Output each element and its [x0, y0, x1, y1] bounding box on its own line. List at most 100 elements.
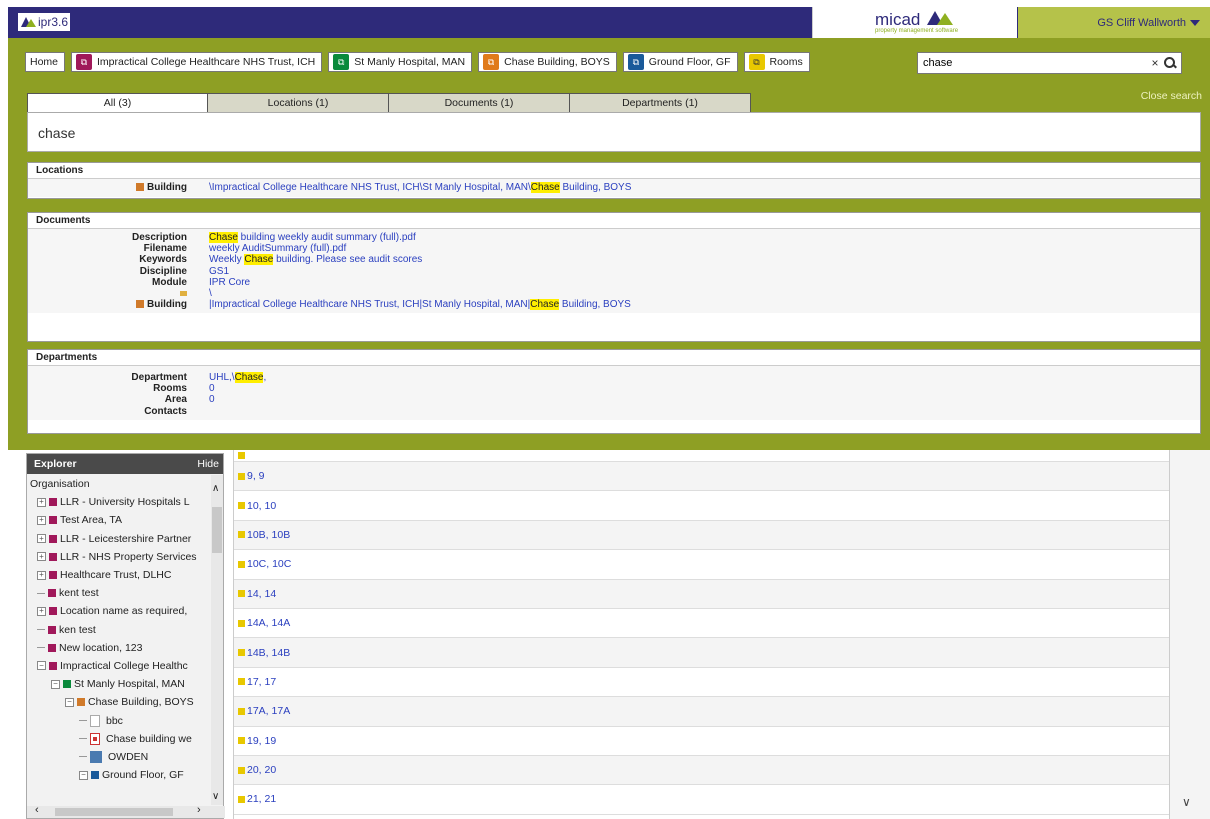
expand-icon[interactable]: + [37, 515, 46, 525]
scroll-left-icon[interactable]: ‹ [35, 804, 39, 816]
tree-item[interactable]: − St Manly Hospital, MAN [27, 675, 213, 693]
micad-mountain-icon [927, 11, 957, 25]
doc-building-row: Building |Impractical College Healthcare… [28, 299, 1200, 311]
list-item[interactable]: 10C, 10C [234, 550, 1169, 580]
tree-item[interactable]: kent test [27, 584, 213, 602]
doc-module-link[interactable]: IPR Core [209, 277, 250, 288]
doc-filename-row: Filename weekly AuditSummary (full).pdf [143, 243, 347, 255]
scroll-thumb[interactable] [212, 507, 222, 553]
list-item[interactable]: 10B, 10B [234, 520, 1169, 551]
location-square-icon [49, 661, 57, 670]
location-level-icon: ⧉ [627, 54, 644, 70]
dept-contacts-row: Contacts [144, 405, 187, 417]
tab-departments[interactable]: Departments (1) [569, 93, 751, 112]
departments-section: Departments Department UHL,\Chase, Rooms… [27, 349, 1201, 434]
doc-folder-link[interactable]: \ [209, 288, 212, 299]
tree-item[interactable]: − Ground Floor, GF [27, 766, 213, 784]
explorer-hide-link[interactable]: Hide [197, 458, 219, 470]
explorer-title: Explorer [34, 458, 77, 470]
explorer-vertical-scrollbar[interactable]: ∧ ∨ [211, 475, 223, 805]
location-level-icon: ⧉ [76, 54, 93, 70]
expand-icon[interactable]: + [37, 552, 46, 562]
location-square-icon [48, 589, 56, 598]
collapse-icon[interactable]: − [65, 697, 74, 707]
dept-rooms-row: Rooms 0 [153, 383, 215, 395]
tab-all[interactable]: All (3) [27, 93, 208, 112]
scroll-down-icon[interactable]: ∨ [212, 791, 219, 802]
collapse-icon[interactable]: − [79, 770, 88, 780]
scroll-up-icon[interactable]: ∧ [212, 483, 219, 494]
tree-item[interactable]: − Chase Building, BOYS [27, 693, 213, 711]
ipr-logo[interactable]: ipr3.6 [18, 13, 70, 31]
explorer-horizontal-scrollbar[interactable]: ‹ › [27, 804, 225, 818]
doc-description-link[interactable]: Chase building weekly audit summary (ful… [209, 232, 416, 243]
list-item[interactable]: 20, 20 [234, 755, 1169, 786]
list-item[interactable]: 14, 14 [234, 579, 1169, 609]
location-square-icon [49, 534, 57, 543]
breadcrumb-item[interactable]: Home [25, 52, 66, 72]
tab-locations[interactable]: Locations (1) [207, 93, 389, 112]
tree-item[interactable]: ken test [27, 621, 213, 639]
location-square-icon [77, 698, 85, 707]
list-item[interactable]: 17A, 17A [234, 697, 1169, 727]
chevron-down-icon[interactable]: ∨ [1182, 795, 1191, 809]
expand-icon[interactable]: + [37, 606, 46, 616]
tree-item[interactable]: + Healthcare Trust, DLHC [27, 566, 213, 584]
dept-rooms-link[interactable]: 0 [209, 383, 215, 394]
location-level-icon: ⧉ [483, 54, 500, 70]
expand-icon[interactable]: + [37, 570, 46, 580]
breadcrumb-item[interactable]: ⧉ St Manly Hospital, MAN [328, 52, 473, 72]
list-item[interactable]: 19, 19 [234, 727, 1169, 756]
search-icon[interactable] [1162, 55, 1178, 71]
search-input[interactable] [923, 57, 1148, 69]
doc-keywords-link[interactable]: Weekly Chase building. Please see audit … [209, 254, 422, 266]
location-building-link[interactable]: \Impractical College Healthcare NHS Trus… [209, 182, 631, 193]
documents-section: Documents Description Chase building wee… [27, 212, 1201, 342]
explorer-tree: Organisation + LLR - University Hospitals… [27, 475, 213, 805]
user-menu[interactable]: GS Cliff Wallworth [1018, 7, 1210, 38]
breadcrumb-item[interactable]: ⧉ Rooms [743, 52, 810, 72]
doc-filename-link[interactable]: weekly AuditSummary (full).pdf [209, 243, 346, 254]
room-icon [238, 502, 245, 510]
collapse-icon[interactable]: − [37, 661, 46, 671]
dept-area-link[interactable]: 0 [209, 394, 215, 405]
tab-documents[interactable]: Documents (1) [388, 93, 570, 112]
locations-title: Locations [28, 163, 1200, 179]
list-item[interactable]: 14A, 14A [234, 609, 1169, 639]
list-item[interactable]: 14B, 14B [234, 638, 1169, 668]
expand-icon[interactable]: + [37, 497, 46, 507]
list-item[interactable]: 21, 21 [234, 785, 1169, 815]
list-item[interactable]: 10, 10 [234, 491, 1169, 521]
documents-title: Documents [28, 213, 1200, 229]
tree-item[interactable]: New location, 123 [27, 639, 213, 657]
tree-item[interactable]: + Location name as required, [27, 602, 213, 620]
doc-building-link[interactable]: |Impractical College Healthcare NHS Trus… [209, 299, 631, 311]
breadcrumb-item[interactable]: ⧉ Chase Building, BOYS [478, 52, 617, 72]
doc-discipline-link[interactable]: GS1 [209, 266, 229, 277]
list-item[interactable]: 9, 9 [234, 462, 1169, 492]
room-icon [238, 649, 245, 657]
tree-item[interactable]: + Test Area, TA [27, 511, 213, 529]
scroll-thumb-horizontal[interactable] [55, 808, 173, 816]
clear-search-icon[interactable]: × [1148, 56, 1162, 70]
expand-icon[interactable]: + [37, 534, 46, 544]
tree-item[interactable]: + LLR - University Hospitals L [27, 493, 213, 511]
scroll-right-icon[interactable]: › [197, 804, 201, 816]
close-search-link[interactable]: Close search [1141, 90, 1202, 102]
list-item[interactable]: 17, 17 [234, 668, 1169, 698]
tree-item[interactable]: OWDEN [27, 748, 213, 766]
collapse-icon[interactable]: − [51, 679, 60, 689]
location-square-icon [48, 625, 56, 634]
list-row-partial [234, 450, 1169, 462]
tree-item[interactable]: Chase building we [27, 730, 213, 748]
breadcrumb-item[interactable]: ⧉ Impractical College Healthcare NHS Trus… [71, 52, 323, 72]
tree-item[interactable]: + LLR - Leicestershire Partner [27, 530, 213, 548]
tree-root[interactable]: Organisation [27, 475, 213, 493]
dept-department-link[interactable]: UHL,\Chase, [209, 372, 266, 383]
tree-item[interactable]: − Impractical College Healthc [27, 657, 213, 675]
building-icon [136, 300, 144, 309]
micad-logo: micad property management software [812, 7, 1017, 38]
breadcrumb-item[interactable]: ⧉ Ground Floor, GF [622, 52, 738, 72]
tree-item[interactable]: bbc [27, 711, 213, 729]
tree-item[interactable]: + LLR - NHS Property Services [27, 548, 213, 566]
